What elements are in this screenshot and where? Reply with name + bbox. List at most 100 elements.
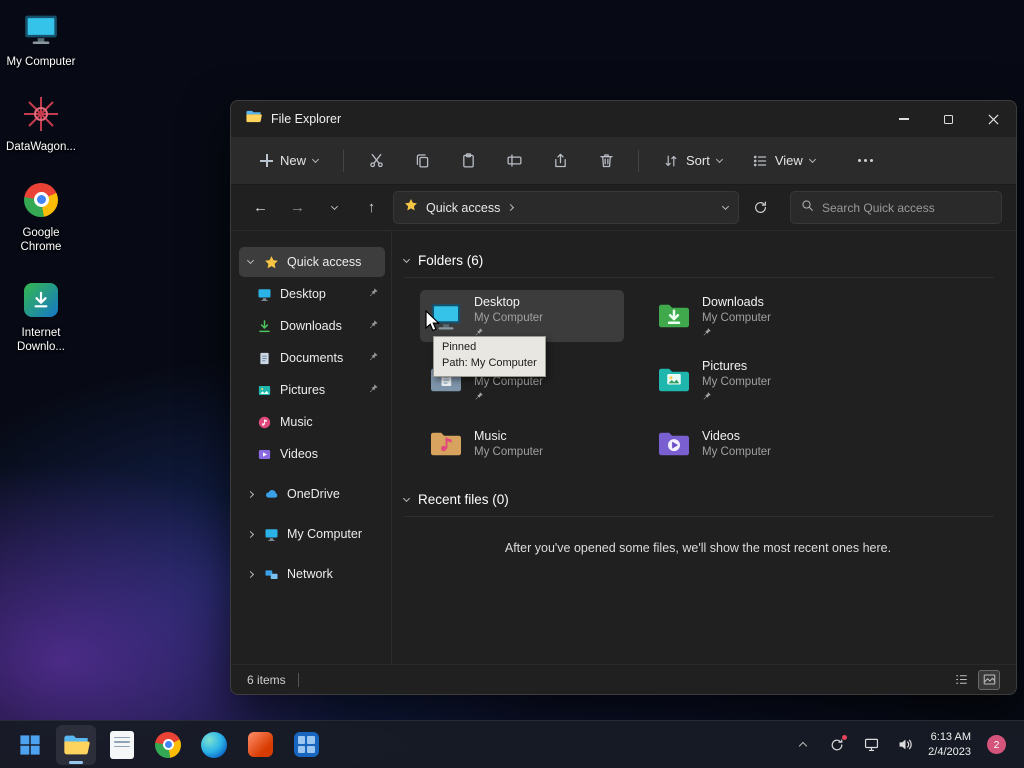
update-sync-icon[interactable] xyxy=(826,733,849,756)
large-icons-view-button[interactable] xyxy=(978,669,1000,690)
folder-location: My Computer xyxy=(702,445,772,458)
sidebar-item-label: OneDrive xyxy=(287,487,340,501)
taskbar-notepad[interactable] xyxy=(102,725,142,765)
sidebar-item-label: Desktop xyxy=(280,287,326,301)
desktop-icon-label: My Computer xyxy=(6,56,76,68)
desktop-icon-datawagon[interactable]: DataWagon... xyxy=(2,93,80,154)
new-button[interactable]: New xyxy=(249,146,329,175)
close-button[interactable] xyxy=(971,101,1016,137)
taskbar: 6:13 AM 2/4/2023 2 xyxy=(0,720,1024,768)
volume-icon[interactable] xyxy=(894,734,916,756)
chevron-down-icon[interactable] xyxy=(246,256,255,265)
sidebar-item-music[interactable]: Music xyxy=(239,407,385,437)
desktop-icon-google-chrome[interactable]: Google Chrome xyxy=(2,179,80,255)
paste-button[interactable] xyxy=(450,143,486,179)
folder-location: My Computer xyxy=(474,445,544,458)
grid-app-icon xyxy=(293,732,319,757)
sidebar-item-label: Pictures xyxy=(280,383,326,397)
windows-logo-icon xyxy=(20,734,40,755)
forward-button[interactable]: → xyxy=(282,192,313,223)
chevron-down-icon xyxy=(311,155,320,163)
tooltip-title: Pinned xyxy=(442,341,477,353)
status-divider xyxy=(297,672,299,687)
sidebar-item-downloads[interactable]: Downloads xyxy=(239,311,385,341)
minimize-button[interactable] xyxy=(881,101,926,137)
clock-date: 2/4/2023 xyxy=(928,745,971,758)
details-view-button[interactable] xyxy=(950,670,972,690)
taskbar-grid-app[interactable] xyxy=(286,725,326,765)
recent-files-group-header[interactable]: Recent files (0) xyxy=(402,492,994,517)
navigation-pane: Quick access Desktop Downloads Documents… xyxy=(231,231,392,664)
folders-group-header[interactable]: Folders (6) xyxy=(402,253,994,278)
rename-button[interactable] xyxy=(496,143,532,179)
title-bar[interactable]: File Explorer xyxy=(231,101,1016,137)
refresh-button[interactable] xyxy=(745,192,776,223)
sidebar-item-pictures[interactable]: Pictures xyxy=(239,375,385,405)
search-box[interactable] xyxy=(790,191,1002,224)
taskbar-edge[interactable] xyxy=(194,725,234,765)
desktop-icon-internet-download-manager[interactable]: Internet Downlo... xyxy=(2,279,80,355)
address-bar[interactable]: Quick access xyxy=(393,191,739,224)
address-dropdown-icon[interactable] xyxy=(721,202,730,210)
cut-button[interactable] xyxy=(358,143,394,179)
collapse-chevron-icon[interactable] xyxy=(402,255,411,263)
search-input[interactable] xyxy=(822,200,991,215)
view-button[interactable]: View xyxy=(742,146,825,176)
edge-icon xyxy=(201,731,227,758)
new-button-label: New xyxy=(280,153,307,168)
taskbar-clock[interactable]: 6:13 AM 2/4/2023 xyxy=(928,730,971,760)
folder-tile-pictures[interactable]: Pictures My Computer xyxy=(648,354,852,406)
start-button[interactable] xyxy=(10,725,50,765)
chevron-right-icon[interactable] xyxy=(246,570,255,578)
maximize-button[interactable] xyxy=(926,101,971,137)
folder-tile-music[interactable]: Music My Computer xyxy=(420,418,624,470)
sidebar-item-desktop[interactable]: Desktop xyxy=(239,279,385,309)
collapse-chevron-icon[interactable] xyxy=(402,494,411,502)
taskbar-office-app[interactable] xyxy=(240,725,280,765)
delete-button[interactable] xyxy=(588,143,624,179)
chrome-icon xyxy=(155,731,181,758)
datawagon-icon xyxy=(20,93,62,135)
tray-overflow-chevron-icon[interactable] xyxy=(792,734,814,756)
sidebar-item-label: Network xyxy=(287,567,333,581)
desktop-icon-my-computer[interactable]: My Computer xyxy=(2,8,80,69)
taskbar-file-explorer[interactable] xyxy=(56,724,96,765)
copy-button[interactable] xyxy=(404,143,440,179)
downloads-icon xyxy=(256,318,273,335)
share-button[interactable] xyxy=(542,143,578,179)
download-manager-icon xyxy=(20,279,62,321)
desktop-folder-icon xyxy=(428,298,464,334)
content-pane: Folders (6) Desktop My Computer Download… xyxy=(392,231,1016,664)
folder-tile-downloads[interactable]: Downloads My Computer xyxy=(648,290,852,342)
pictures-folder-icon xyxy=(656,362,692,398)
videos-icon xyxy=(256,446,273,463)
recent-locations-button[interactable] xyxy=(319,192,350,223)
back-button[interactable]: ← xyxy=(245,192,276,223)
sort-button[interactable]: Sort xyxy=(653,146,732,176)
taskbar-chrome[interactable] xyxy=(148,725,188,765)
folder-tile-desktop[interactable]: Desktop My Computer xyxy=(420,290,624,342)
sidebar-item-network[interactable]: Network xyxy=(239,559,385,589)
up-button[interactable]: ↑ xyxy=(356,192,387,223)
chevron-right-icon[interactable] xyxy=(507,203,515,212)
desktop-icon-label: Internet Downlo... xyxy=(17,326,65,353)
sidebar-item-onedrive[interactable]: OneDrive xyxy=(239,479,385,509)
sidebar-item-my-computer[interactable]: My Computer xyxy=(239,519,385,549)
desktop-icon-label: Google Chrome xyxy=(20,226,62,254)
sidebar-item-label: Downloads xyxy=(280,319,342,333)
chevron-right-icon[interactable] xyxy=(246,530,255,538)
chevron-right-icon[interactable] xyxy=(246,490,255,498)
sidebar-item-documents[interactable]: Documents xyxy=(239,343,385,373)
more-options-button[interactable] xyxy=(849,144,883,178)
pin-icon xyxy=(702,391,771,401)
sidebar-item-videos[interactable]: Videos xyxy=(239,439,385,469)
explorer-main: Quick access Desktop Downloads Documents… xyxy=(231,231,1016,664)
network-icon[interactable] xyxy=(860,734,882,756)
notification-count-badge[interactable]: 2 xyxy=(987,735,1006,754)
pinned-tooltip: Pinned Path: My Computer xyxy=(433,336,546,377)
plus-icon xyxy=(260,154,273,167)
pin-icon xyxy=(368,383,379,397)
folder-tile-videos[interactable]: Videos My Computer xyxy=(648,418,852,470)
sidebar-item-quick-access[interactable]: Quick access xyxy=(239,247,385,277)
breadcrumb[interactable]: Quick access xyxy=(426,201,500,215)
